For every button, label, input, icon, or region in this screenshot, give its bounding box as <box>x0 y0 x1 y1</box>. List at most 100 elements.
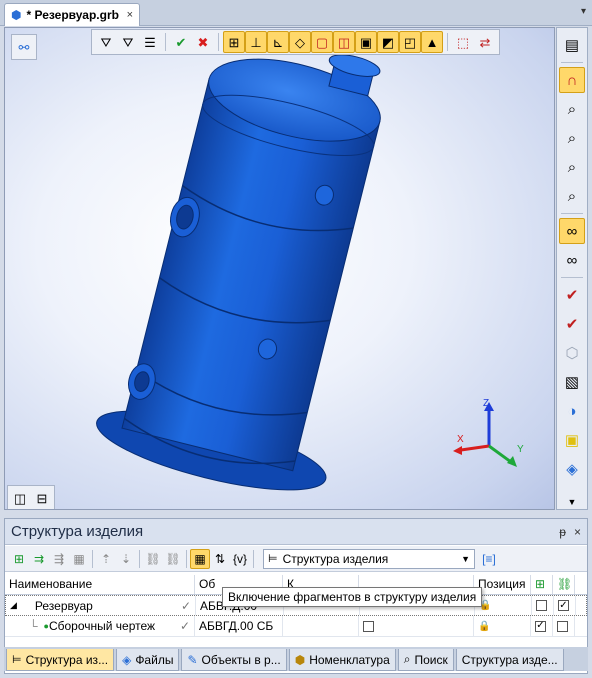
split-horizontal-icon[interactable]: ⊟ <box>31 487 53 509</box>
split-vertical-icon[interactable]: ◫ <box>9 487 31 509</box>
move-item-icon[interactable]: ⇶ <box>49 549 69 569</box>
structure-view-value: Структура изделия <box>282 551 389 566</box>
zoom-out-icon[interactable]: ⌕ <box>559 183 585 209</box>
filter-list-icon[interactable]: ☰ <box>139 31 161 53</box>
row-include-checkbox-cell <box>532 596 554 615</box>
selection-filter-toolbar: ⛛ ⛛ ☰ ✔ ✖ ⊞ ⊥ ⊾ ◇ ▢ ◫ ▣ ◩ ◰ ▲ ⬚ ⇄ <box>91 29 500 55</box>
move-down-icon[interactable]: ⇣ <box>116 549 136 569</box>
wireframe-cube-icon[interactable]: ▧ <box>559 369 585 395</box>
tab-search[interactable]: ⌕ Поиск <box>397 649 454 671</box>
3d-viewport[interactable]: Z X Y ⚯ ⛛ ⛛ ☰ ✔ ✖ ⊞ ⊥ ⊾ ◇ ▢ ◫ ▣ ◩ ◰ ▲ ⬚ … <box>4 27 555 510</box>
include-fragments-icon[interactable]: ▦ <box>190 548 210 569</box>
zoom-fit-icon[interactable]: ⌕ <box>559 96 585 122</box>
toolbar-separator <box>561 277 583 278</box>
tab-product-structure[interactable]: ⊨ Структура из... <box>6 649 115 671</box>
filter-shapes-icon[interactable]: ▲ <box>421 31 443 53</box>
filter-coordinate-system-icon[interactable]: ⊾ <box>267 31 289 53</box>
filter-assemblies-icon[interactable]: ◩ <box>377 31 399 53</box>
axis-triad: Z X Y <box>453 398 524 467</box>
x-axis-label: X <box>457 434 464 445</box>
row-object: АБВГД.00 СБ <box>199 619 274 633</box>
include-checkbox[interactable] <box>536 600 547 611</box>
link-checkbox[interactable] <box>557 620 568 632</box>
z-axis-label: Z <box>483 398 489 409</box>
structure-view-dropdown[interactable]: ⊨ Структура изделия ▼ <box>263 548 475 569</box>
toolbar-separator <box>218 33 219 51</box>
move-up-icon[interactable]: ⇡ <box>96 549 116 569</box>
row-name: Резервуар <box>34 598 93 613</box>
pin-panel-icon[interactable]: ᵽ <box>559 525 566 539</box>
tab-label: Структура изде... <box>461 652 558 667</box>
document-icon: ⬢ <box>11 8 22 22</box>
insert-item-icon[interactable]: ⇉ <box>29 549 49 569</box>
structure-settings-icon[interactable]: [≡] <box>479 549 499 569</box>
row-name: Сборочный чертеж <box>48 619 156 633</box>
delete-item-icon[interactable]: ▦ <box>69 549 89 569</box>
tab-files[interactable]: ◈ Файлы <box>116 649 180 671</box>
link-checkbox[interactable]: ✓ <box>558 600 569 611</box>
tree-structure-icon[interactable]: ⚯ <box>13 36 35 58</box>
toolbar-separator <box>447 33 448 51</box>
tab-list-dropdown[interactable]: ▾ <box>581 6 586 17</box>
scroll-down-icon[interactable]: ▼ <box>568 497 577 507</box>
variables-icon[interactable]: {v} <box>230 549 250 569</box>
filter-3d-objects-icon[interactable]: ⬚ <box>452 31 474 53</box>
glasses-settings-icon[interactable]: ∞ <box>559 247 585 273</box>
add-item-icon[interactable]: ⊞ <box>9 549 29 569</box>
tab-product-structure-2[interactable]: Структура изде... <box>455 649 564 671</box>
filter-fragments-icon[interactable]: ◰ <box>399 31 421 53</box>
filter-bodies-icon[interactable]: ◫ <box>333 31 355 53</box>
filter-surfaces-icon[interactable]: ◇ <box>289 31 311 53</box>
files-icon: ◈ <box>122 652 132 667</box>
panel-toolbar: ⊞ ⇉ ⇶ ▦ ⇡ ⇣ ⛓ ⛓ ▦ ⇅ {v} ⊨ Структура изде… <box>5 546 587 572</box>
check-cube-icon[interactable]: ✔ <box>559 282 585 308</box>
row-position-cell: 🔒 <box>475 596 532 615</box>
column-header-position[interactable]: Позиция <box>474 575 531 594</box>
filter-solids-icon[interactable]: ▢ <box>311 31 333 53</box>
toolbar-separator <box>253 549 254 568</box>
include-checkbox[interactable]: ✓ <box>535 620 546 632</box>
section-view-icon[interactable]: ◑ <box>559 398 585 424</box>
column-header-name[interactable]: Наименование <box>5 575 195 594</box>
deselect-icon[interactable]: ✖ <box>192 31 214 53</box>
sort-icon[interactable]: ⇅ <box>210 549 230 569</box>
select-all-icon[interactable]: ✔ <box>170 31 192 53</box>
close-panel-icon[interactable]: × <box>574 525 581 539</box>
tab-nomenclature[interactable]: ⬢ Номенклатура <box>288 649 396 671</box>
document-tab[interactable]: ⬢ * Резервуар.grb × <box>4 3 140 26</box>
row-name-cell: ◢ Резервуар ✓ <box>6 596 196 615</box>
filter-operations-icon[interactable]: ⇄ <box>474 31 496 53</box>
filter-parts-icon[interactable]: ▣ <box>355 31 377 53</box>
zoom-in-icon[interactable]: ⌕ <box>559 125 585 151</box>
filter-faces-icon[interactable]: ⊞ <box>223 31 245 53</box>
check-cubes-icon[interactable]: ✔ <box>559 311 585 337</box>
toolbar-separator <box>139 549 140 568</box>
visibility-icon[interactable]: ⬡ <box>559 340 585 366</box>
magnet-snap-icon[interactable]: ∩ <box>559 67 585 93</box>
panel-title: Структура изделия <box>11 523 144 540</box>
toolbar-separator <box>92 549 93 568</box>
table-row[interactable]: └ ● Сборочный чертеж ✓ АБВГД.00 СБ 🔒 ✓ <box>5 616 587 637</box>
row-checkbox[interactable] <box>363 620 374 632</box>
column-header-include-icon[interactable]: ⊞ <box>531 575 553 594</box>
shaded-cube-icon[interactable]: ▣ <box>559 427 585 453</box>
filter-axes-icon[interactable]: ⊥ <box>245 31 267 53</box>
tab-label: Номенклатура <box>309 652 390 667</box>
check-mark-icon: ✓ <box>179 619 190 633</box>
tab-objects[interactable]: ✎ Объекты в р... <box>181 649 287 671</box>
column-header-link-icon[interactable]: ⛓ <box>553 575 575 594</box>
lock-icon: 🔒 <box>478 620 491 632</box>
nomenclature-icon: ⬢ <box>294 652 306 667</box>
unlink-icon[interactable]: ⛓ <box>163 549 183 569</box>
filter-settings-icon[interactable]: ⛛ <box>117 31 139 53</box>
view-glasses-icon[interactable]: ∞ <box>559 218 585 244</box>
link-icon[interactable]: ⛓ <box>143 549 163 569</box>
tab-label: Файлы <box>135 652 174 667</box>
close-tab-icon[interactable]: × <box>127 9 133 21</box>
expand-icon[interactable]: ◢ <box>10 600 17 611</box>
tree-line: └ <box>29 619 38 633</box>
cube-settings-icon[interactable]: ◈ <box>559 456 585 482</box>
filter-icon[interactable]: ⛛ <box>95 31 117 53</box>
window-layout-icon[interactable]: ▤ <box>559 32 585 58</box>
zoom-window-icon[interactable]: ⌕ <box>559 154 585 180</box>
